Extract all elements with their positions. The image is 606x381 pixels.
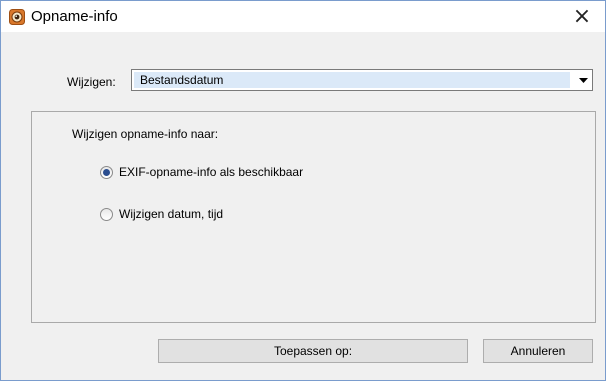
apply-button[interactable]: Toepassen op: bbox=[158, 339, 468, 363]
dialog-window: Opname-info × Wijzigen: Bestandsdatum Wi… bbox=[0, 0, 606, 381]
close-icon: × bbox=[572, 3, 592, 29]
change-label: Wijzigen: bbox=[67, 75, 116, 89]
app-icon bbox=[9, 9, 25, 25]
radio-button-checked[interactable] bbox=[100, 165, 113, 179]
chevron-down-icon[interactable] bbox=[574, 70, 592, 90]
radio-date-time-option[interactable]: Wijzigen datum, tijd bbox=[100, 206, 223, 222]
radio-label-exif: EXIF-opname-info als beschikbaar bbox=[119, 165, 304, 179]
close-button[interactable]: × bbox=[559, 1, 605, 32]
group-label: Wijzigen opname-info naar: bbox=[72, 127, 219, 141]
change-options-group: Wijzigen opname-info naar: EXIF-opname-i… bbox=[31, 111, 596, 323]
change-dropdown-value: Bestandsdatum bbox=[134, 72, 570, 88]
radio-exif-option[interactable]: EXIF-opname-info als beschikbaar bbox=[100, 164, 303, 180]
change-dropdown[interactable]: Bestandsdatum bbox=[131, 69, 593, 91]
radio-button-unchecked[interactable] bbox=[100, 207, 113, 221]
radio-label-date-time: Wijzigen datum, tijd bbox=[119, 207, 224, 221]
window-title: Opname-info bbox=[31, 8, 118, 25]
cancel-button[interactable]: Annuleren bbox=[483, 339, 593, 363]
title-bar[interactable]: Opname-info × bbox=[1, 1, 605, 32]
dialog-client-area: Wijzigen: Bestandsdatum Wijzigen opname-… bbox=[1, 32, 605, 380]
